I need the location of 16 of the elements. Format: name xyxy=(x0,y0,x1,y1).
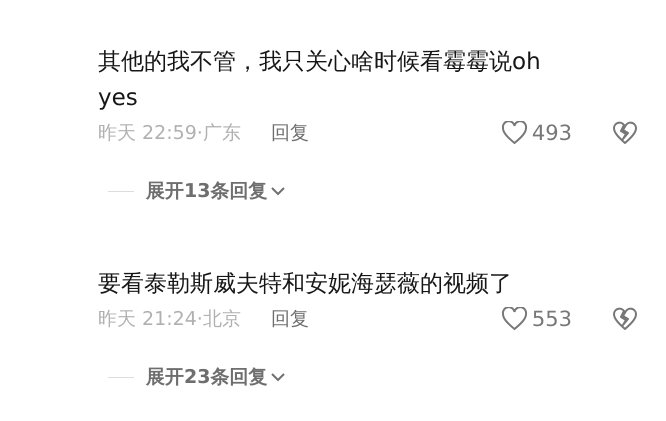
chevron-icon xyxy=(270,185,286,197)
comment-text: 要看泰勒斯威夫特和安妮海瑟薇的视频了 xyxy=(98,270,513,299)
reply-button[interactable]: 回复 xyxy=(270,120,309,146)
comment-time: 昨天 22:59·广东 xyxy=(98,121,241,146)
dislike-icon[interactable] xyxy=(612,307,638,331)
comment-time: 昨天 21:24·北京 xyxy=(98,307,241,332)
reply-button[interactable]: 回复 xyxy=(270,306,309,332)
heart-icon xyxy=(500,121,528,145)
expand-replies-button[interactable]: 展开23条回复 xyxy=(146,364,286,390)
comment-text: 其他的我不管，我只关心啥时候看霉霉说oh yes xyxy=(98,48,542,113)
chevron-icon xyxy=(270,371,286,383)
heart-icon xyxy=(500,307,528,331)
dislike-icon[interactable] xyxy=(612,121,638,145)
expand-replies-button[interactable]: 展开13条回复 xyxy=(146,178,286,204)
like-button[interactable]: 553 xyxy=(500,307,572,331)
like-button[interactable]: 493 xyxy=(500,121,572,145)
